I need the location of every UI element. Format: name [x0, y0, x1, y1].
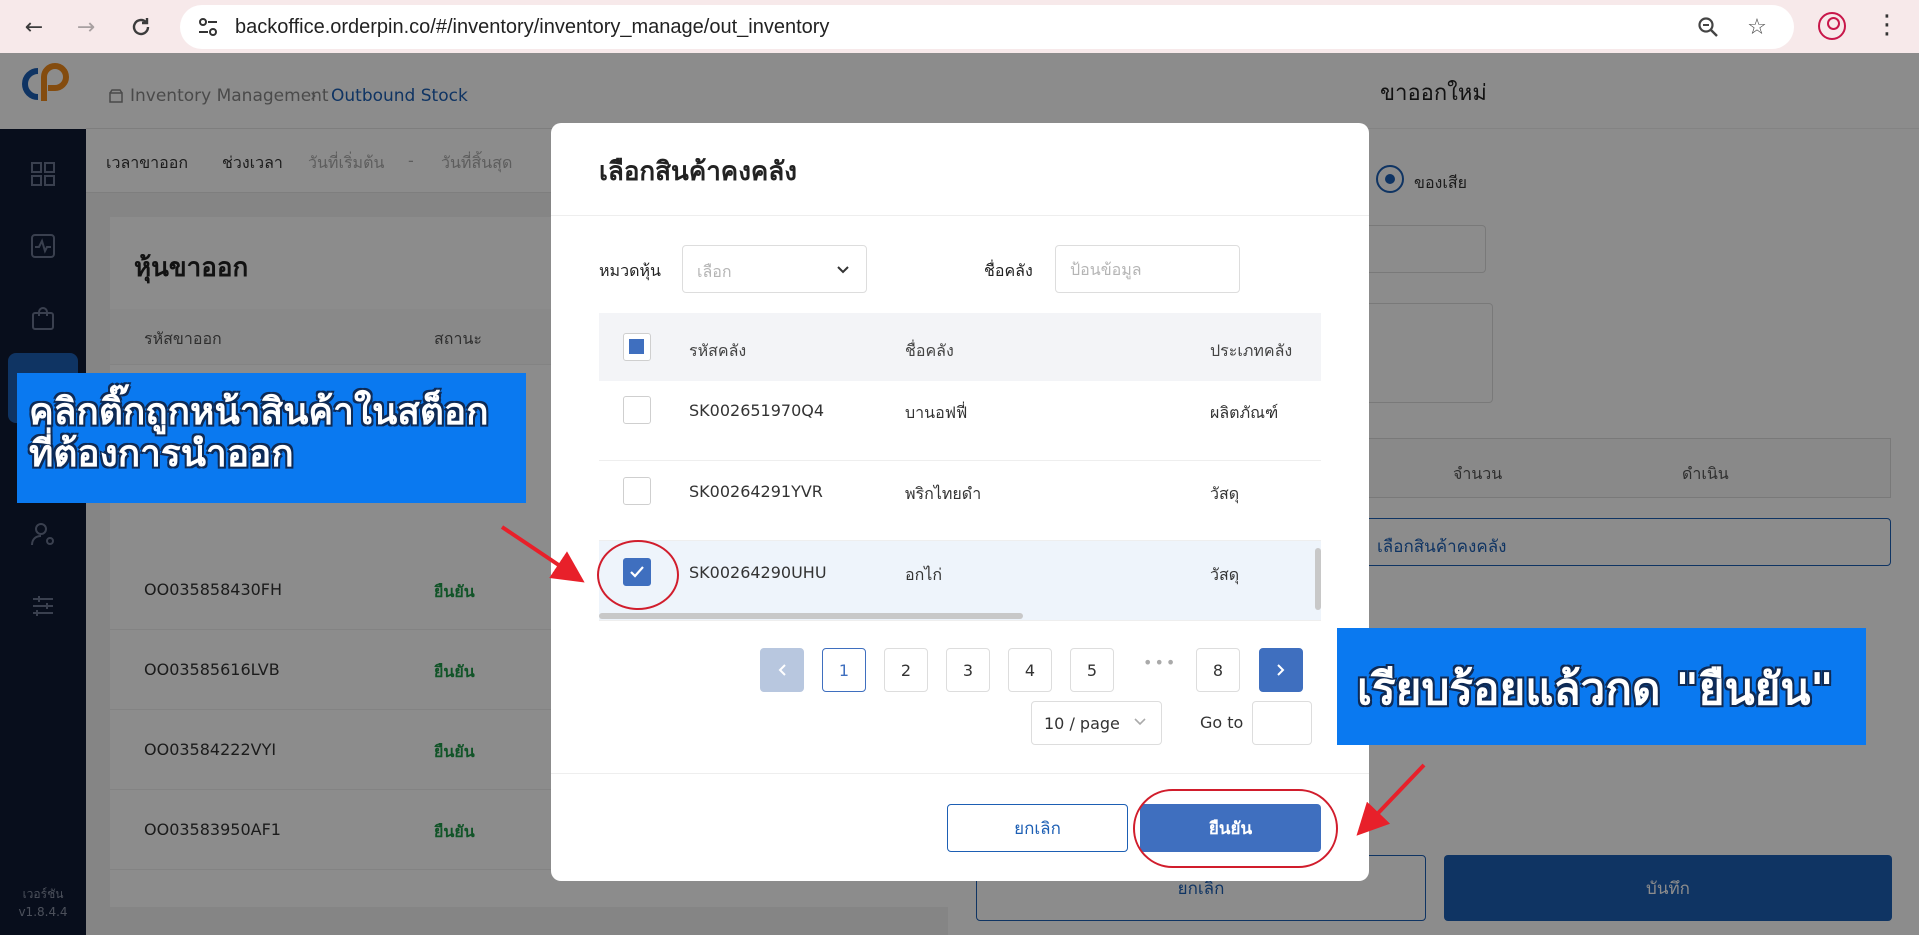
- site-settings-icon[interactable]: [196, 15, 220, 39]
- profile-icon[interactable]: [1818, 12, 1846, 40]
- callout-right-text: เรียบร้อยแล้วกด "ยืนยัน": [1357, 664, 1834, 715]
- inventory-table: รหัสคลัง ชื่อคลัง ประเภทคลัง SK002651970…: [599, 313, 1321, 623]
- table-horizontal-scrollbar[interactable]: [599, 613, 1023, 619]
- row-checkbox[interactable]: [623, 396, 651, 424]
- row-code: SK00264290UHU: [689, 563, 827, 582]
- row-name: บานอฟฟี่: [905, 403, 968, 422]
- table-row[interactable]: SK002651970Q4 บานอฟฟี่ ผลิตภัณฑ์: [599, 381, 1321, 461]
- row-checkbox[interactable]: [623, 477, 651, 505]
- table-row[interactable]: SK00264291YVR พริกไทยดำ วัสดุ: [599, 461, 1321, 541]
- page-3-button[interactable]: 3: [946, 648, 990, 692]
- modal-divider: [551, 215, 1369, 216]
- instruction-callout-left: คลิกติ๊กถูกหน้าสินค้าในสต็อก ที่ต้องการน…: [17, 373, 526, 503]
- page-8-button[interactable]: 8: [1196, 648, 1240, 692]
- modal-cancel-button[interactable]: ยกเลิก: [947, 804, 1128, 852]
- browser-menu-icon[interactable]: ⋮: [1872, 10, 1902, 44]
- confirm-highlight-circle: [1133, 789, 1338, 868]
- page-4-button[interactable]: 4: [1008, 648, 1052, 692]
- table-vertical-scrollbar[interactable]: [1315, 548, 1321, 610]
- warehouse-name-input[interactable]: [1055, 245, 1240, 293]
- page-2-button[interactable]: 2: [884, 648, 928, 692]
- chevron-down-icon: [837, 266, 849, 274]
- chevron-right-icon: [1277, 664, 1285, 676]
- chevron-down-icon: [1134, 718, 1146, 726]
- row-type: วัสดุ: [1210, 484, 1240, 503]
- checkbox-highlight-circle: [597, 540, 679, 610]
- table-header: รหัสคลัง ชื่อคลัง ประเภทคลัง: [599, 313, 1321, 381]
- reload-icon[interactable]: [124, 10, 158, 44]
- pagination-next-button[interactable]: [1259, 648, 1303, 692]
- page-size-value: 10 / page: [1044, 714, 1120, 733]
- zoom-icon[interactable]: [1694, 13, 1722, 41]
- page-1-button[interactable]: 1: [822, 648, 866, 692]
- pagination-prev-button[interactable]: [760, 648, 804, 692]
- column-code: รหัสคลัง: [689, 341, 747, 360]
- row-name: พริกไทยดำ: [905, 484, 982, 503]
- url-text[interactable]: backoffice.orderpin.co/#/inventory/inven…: [235, 16, 829, 39]
- row-type: วัสดุ: [1210, 565, 1240, 584]
- select-all-checkbox[interactable]: [623, 333, 651, 361]
- pagination-ellipsis[interactable]: •••: [1143, 653, 1177, 672]
- column-type: ประเภทคลัง: [1210, 341, 1293, 360]
- table-row[interactable]: SK00264290UHU อกไก่ วัสดุ: [599, 541, 1321, 621]
- modal-title: เลือกสินค้าคงคลัง: [599, 157, 797, 187]
- address-bar[interactable]: backoffice.orderpin.co/#/inventory/inven…: [180, 5, 1794, 49]
- select-inventory-modal: เลือกสินค้าคงคลัง หมวดหุ้น เลือก ชื่อคลั…: [551, 123, 1369, 881]
- forward-icon[interactable]: →: [69, 10, 103, 44]
- warehouse-name-label: ชื่อคลัง: [984, 261, 1033, 280]
- bookmark-star-icon[interactable]: ☆: [1743, 13, 1771, 41]
- category-placeholder: เลือก: [697, 262, 732, 281]
- back-icon[interactable]: ←: [17, 10, 51, 44]
- goto-page-input[interactable]: [1252, 701, 1312, 745]
- page-5-button[interactable]: 5: [1070, 648, 1114, 692]
- row-name: อกไก่: [905, 565, 943, 584]
- callout-left-line-2: ที่ต้องการนำออก: [29, 432, 294, 475]
- browser-toolbar: ← → backoffice.orderpin.co/#/inventory/i…: [0, 0, 1919, 53]
- row-type: ผลิตภัณฑ์: [1210, 403, 1279, 422]
- page-size-select[interactable]: 10 / page: [1031, 701, 1162, 745]
- chevron-left-icon: [778, 664, 786, 676]
- goto-label: Go to: [1200, 713, 1244, 732]
- modal-footer-divider: [551, 773, 1369, 774]
- category-label: หมวดหุ้น: [599, 261, 661, 280]
- callout-left-line-1: คลิกติ๊กถูกหน้าสินค้าในสต็อก: [29, 390, 489, 433]
- row-code: SK002651970Q4: [689, 401, 825, 420]
- column-name: ชื่อคลัง: [905, 341, 954, 360]
- instruction-callout-right: เรียบร้อยแล้วกด "ยืนยัน": [1337, 628, 1866, 745]
- category-select[interactable]: เลือก: [682, 245, 867, 293]
- row-code: SK00264291YVR: [689, 482, 823, 501]
